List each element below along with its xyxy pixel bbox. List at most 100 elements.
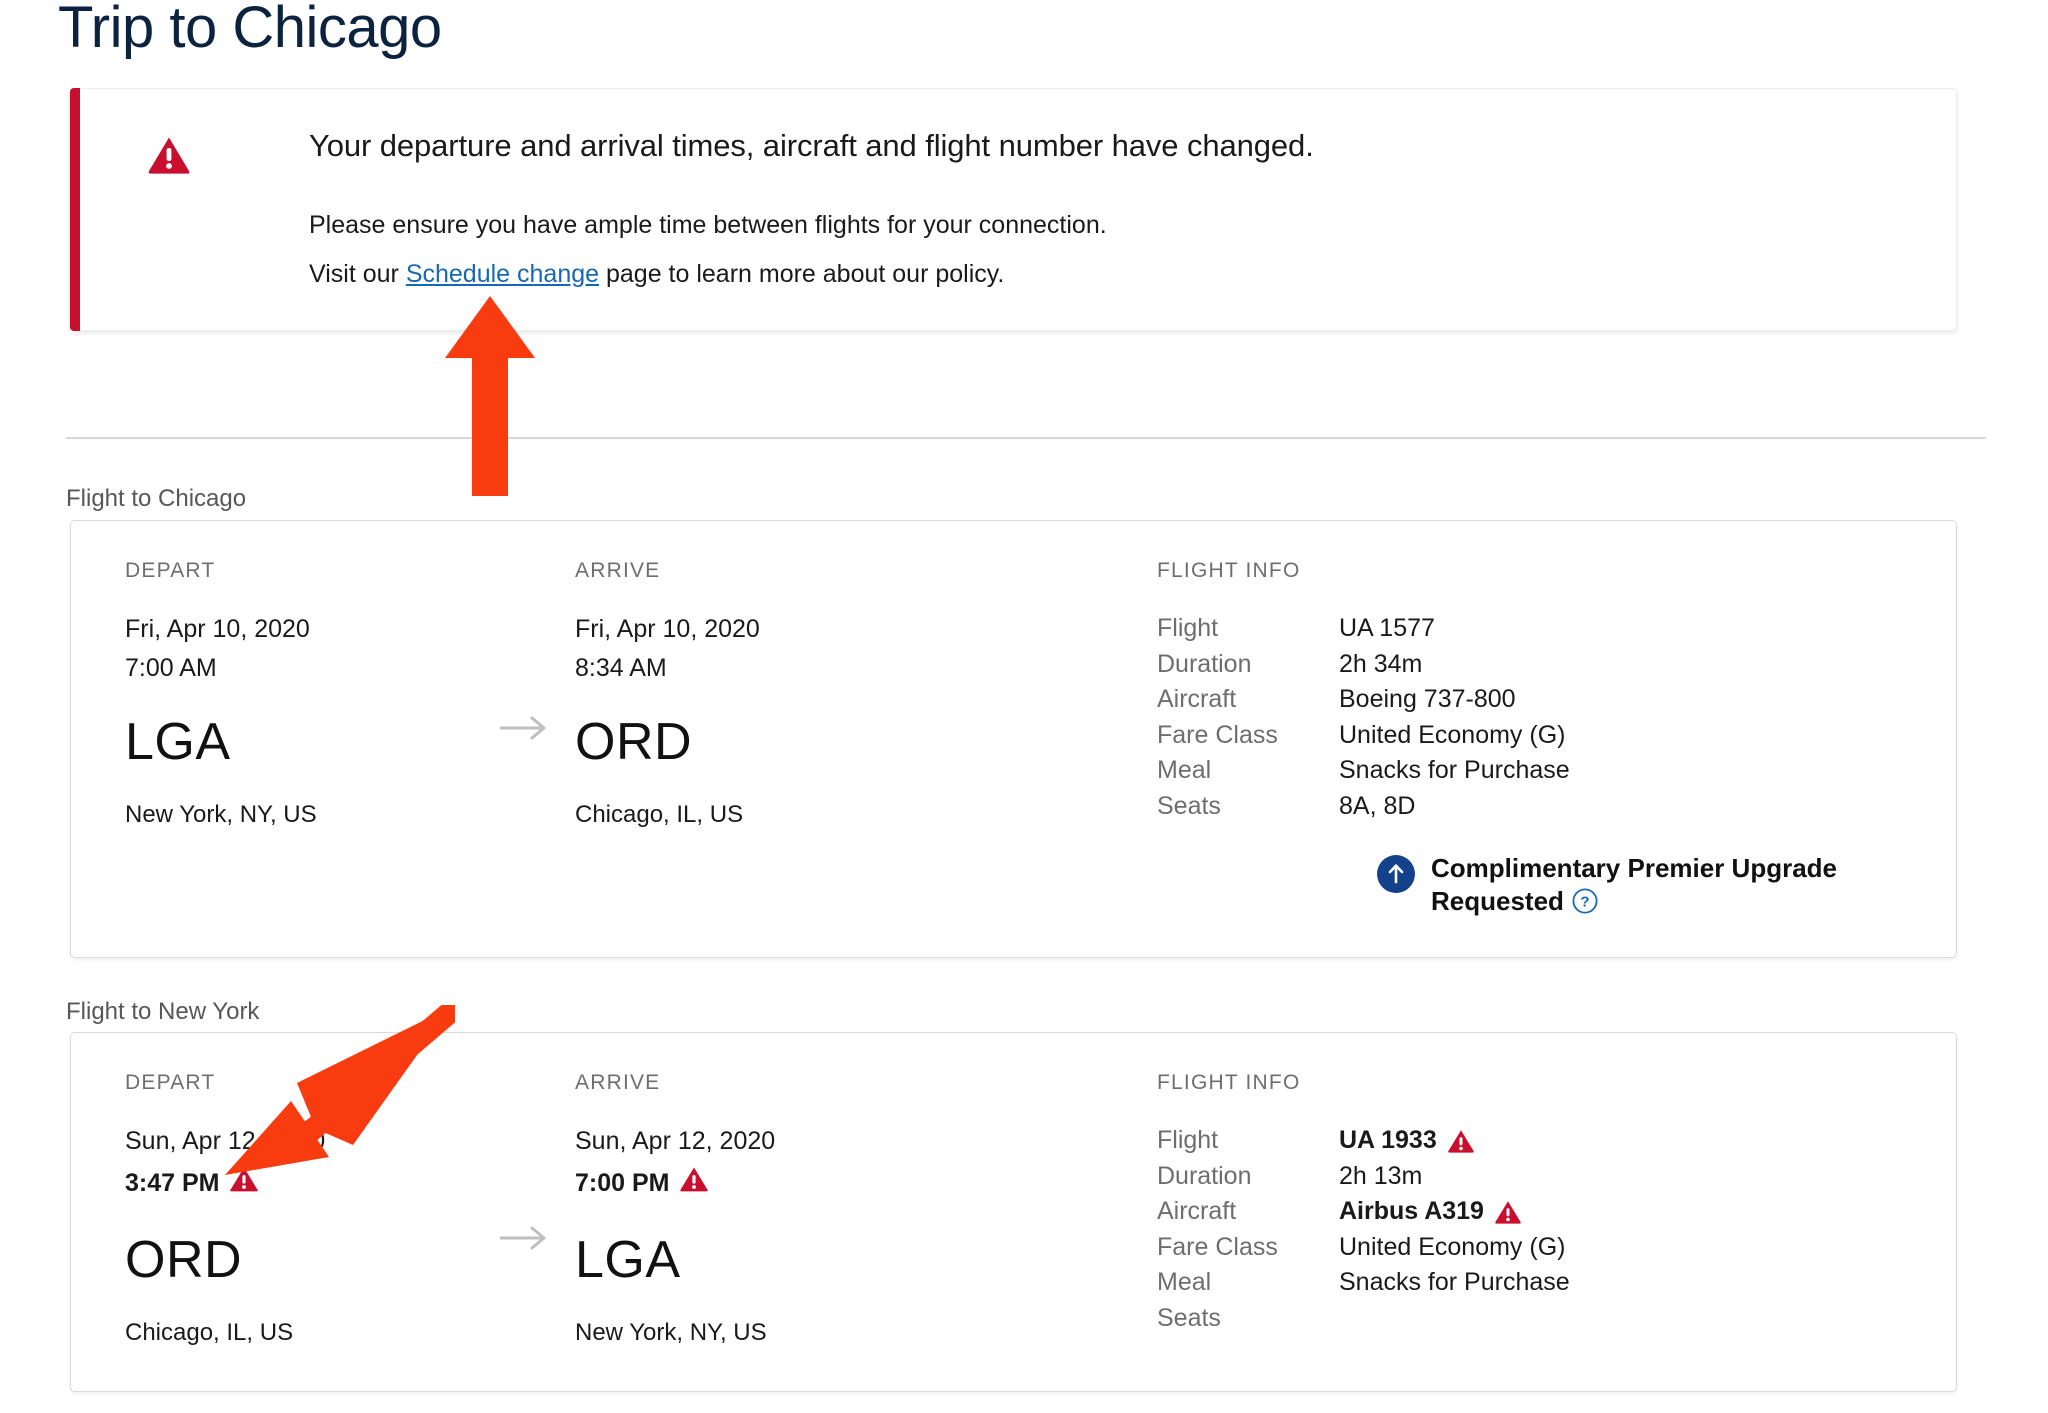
flight-info-column-return: FLIGHT INFO Flight UA 1933 Duration 2h 13m A… [1157,1071,1570,1336]
depart-date: Sun, Apr 12, 2020 [125,1127,326,1155]
flight-info-value-wrap: 2h 13m [1339,1159,1422,1195]
flight-info-label: FLIGHT INFO [1157,1071,1301,1094]
flight-info-value-wrap: 8A, 8D [1339,789,1415,825]
flight-info-row: Flight UA 1577 [1157,611,1570,647]
flight-info-value-wrap: Snacks for Purchase [1339,1265,1570,1301]
flight-info-row: Duration 2h 34m [1157,647,1570,683]
flight-info-row: Duration 2h 13m [1157,1159,1570,1195]
flight-info-row: Fare Class United Economy (G) [1157,718,1570,754]
flight-info-row: Flight UA 1933 [1157,1123,1570,1159]
flight-info-value: Boeing 737-800 [1339,682,1570,718]
flight-info-value-text: 2h 13m [1339,1161,1423,1190]
depart-time: 3:47 PM [125,1168,220,1197]
arrive-city: New York, NY, US [575,1318,767,1346]
route-arrow-icon [498,1223,552,1253]
flight-info-key: Meal [1157,1268,1212,1296]
flight-info-value: 2h 34m [1339,647,1570,683]
flight-info-label: FLIGHT INFO [1157,559,1301,582]
alert-message-line-2: Visit our Schedule change page to learn … [309,256,1916,294]
flight-info-key: Aircraft [1157,685,1237,713]
premier-upgrade-label: Complimentary Premier Upgrade Requested [1431,853,1838,917]
depart-time: 7:00 AM [125,653,217,682]
flight-info-value: 2h 13m [1339,1159,1570,1195]
flight-info-value-text: UA 1933 [1339,1126,1437,1154]
depart-label: DEPART [125,1071,216,1094]
flight-info-rows-outbound: Flight UA 1577 Duration 2h 34m Aircraft Boein… [1157,611,1570,824]
arrive-airport-code: ORD [575,712,693,771]
alert-accent-bar [70,88,80,331]
route-arrow-icon [498,713,552,743]
arrive-time: 8:34 AM [575,653,667,682]
schedule-change-alert: Your departure and arrival times, aircra… [70,88,1957,331]
section-divider [66,437,1986,439]
flight-info-value [1339,1301,1570,1337]
flight-info-value-wrap: UA 1577 [1339,611,1435,647]
arrive-time-warning-icon [679,1164,709,1204]
flight-info-row: Seats [1157,1301,1570,1337]
flight-info-row: Aircraft Airbus A319 [1157,1194,1570,1230]
arrive-time-row: 7:00 PM [575,1164,775,1204]
depart-column-outbound: DEPART Fri, Apr 10, 2020 7:00 AM LGA New… [125,559,317,829]
flight-info-row: Seats 8A, 8D [1157,789,1570,825]
flight-info-value-wrap: Boeing 737-800 [1339,682,1516,718]
section-label-flight-to-new-york: Flight to New York [66,998,260,1025]
flight-info-row: Fare Class United Economy (G) [1157,1230,1570,1266]
help-question-icon[interactable]: ? [1572,888,1598,914]
depart-time-warning-icon [229,1164,259,1204]
arrive-date: Fri, Apr 10, 2020 [575,615,760,643]
depart-column-return: DEPART Sun, Apr 12, 2020 3:47 PM ORD Chi… [125,1071,325,1347]
depart-city: Chicago, IL, US [125,1318,294,1346]
flight-info-value-wrap: Snacks for Purchase [1339,753,1570,789]
flight-info-column-outbound: FLIGHT INFO Flight UA 1577 Duration 2h 34m A… [1157,559,1887,919]
arrive-column-outbound: ARRIVE Fri, Apr 10, 2020 8:34 AM ORD Chi… [575,559,760,829]
value-changed-warning-icon [1447,1127,1475,1155]
flight-info-key: Seats [1157,1303,1221,1332]
flight-info-key: Fare Class [1157,1232,1278,1261]
flight-info-value: 8A, 8D [1339,789,1570,825]
arrive-airport-code: LGA [575,1230,681,1289]
flight-info-value-wrap: United Economy (G) [1339,1230,1565,1266]
alert-line-2-prefix: Visit our [309,260,406,289]
flight-info-key: Flight [1157,614,1219,642]
svg-text:?: ? [1580,894,1589,911]
flight-info-key: Duration [1157,649,1252,678]
flight-info-key: Flight [1157,1126,1219,1154]
upgrade-arrow-icon [1377,855,1415,893]
flight-info-value: United Economy (G) [1339,718,1570,754]
depart-date: Fri, Apr 10, 2020 [125,615,310,643]
warning-triangle-icon [147,133,191,177]
alert-line-2-suffix: page to learn more about our policy. [599,260,1005,289]
flight-info-key: Meal [1157,756,1212,784]
flight-info-value-text: Snacks for Purchase [1339,756,1570,784]
flight-info-value: Snacks for Purchase [1339,753,1570,789]
schedule-change-link[interactable]: Schedule change [406,260,599,288]
depart-time-row: 7:00 AM [125,652,317,686]
flight-info-value-wrap: UA 1933 [1339,1123,1475,1159]
depart-label: DEPART [125,559,216,582]
flight-info-value-text: 8A, 8D [1339,791,1416,820]
flight-info-value: Airbus A319 [1339,1194,1570,1230]
flight-card-return: DEPART Sun, Apr 12, 2020 3:47 PM ORD Chi… [70,1032,1957,1392]
flight-info-key: Seats [1157,791,1221,820]
flight-info-value-text: 2h 34m [1339,649,1423,678]
flight-info-value-text: Boeing 737-800 [1339,685,1516,713]
flight-info-value-wrap: United Economy (G) [1339,718,1565,754]
flight-info-value-wrap: 2h 34m [1339,647,1422,683]
depart-city: New York, NY, US [125,800,317,828]
depart-airport-code: ORD [125,1230,243,1289]
trip-details-page: Trip to Chicago Your departure and arriv… [0,0,2048,1413]
alert-message-line-1: Please ensure you have ample time betwee… [309,210,1107,239]
premier-upgrade-text: Complimentary Premier Upgrade Requested … [1431,852,1887,919]
flight-info-value-text: Snacks for Purchase [1339,1268,1570,1296]
flight-info-value-text: United Economy (G) [1339,1232,1566,1261]
flight-info-value-text: United Economy (G) [1339,720,1566,749]
flight-info-value-wrap: Airbus A319 [1339,1194,1522,1230]
arrive-label: ARRIVE [575,559,661,582]
flight-info-value: UA 1933 [1339,1123,1570,1159]
flight-info-row: Aircraft Boeing 737-800 [1157,682,1570,718]
arrive-date: Sun, Apr 12, 2020 [575,1127,776,1155]
flight-info-key: Fare Class [1157,720,1278,749]
flight-info-key: Aircraft [1157,1197,1237,1225]
flight-info-rows-return: Flight UA 1933 Duration 2h 13m Aircraft Airbu… [1157,1123,1570,1336]
section-label-flight-to-chicago: Flight to Chicago [66,485,247,512]
